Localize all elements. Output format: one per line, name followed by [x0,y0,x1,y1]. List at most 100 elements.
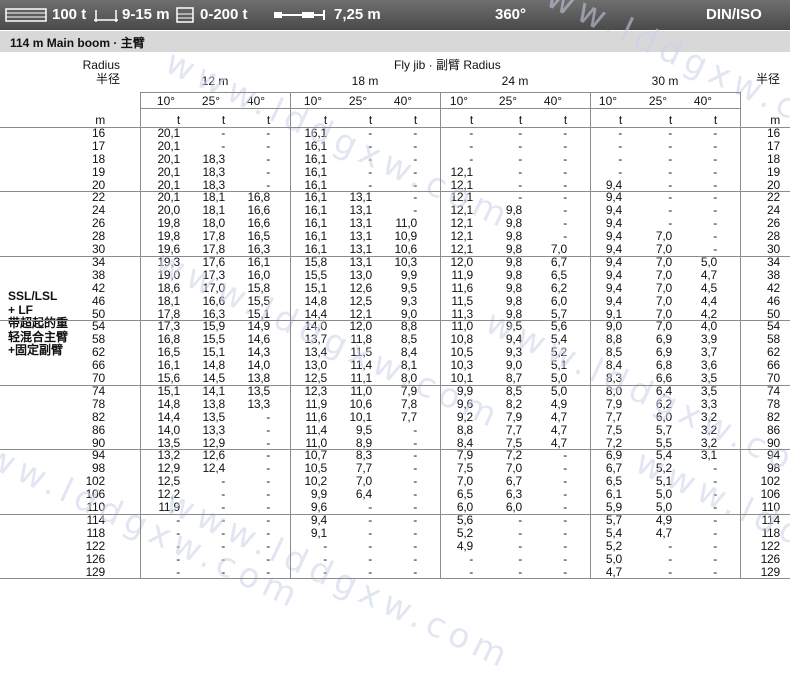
unit-cell: t [469,113,473,127]
load-cell: 15,5 [247,293,270,308]
load-cell: - [563,448,567,463]
load-cell: 7,7 [505,422,522,437]
radius-cell: 78 [92,396,105,411]
unit-cell: t [413,113,417,127]
load-cell: 9,4 [605,267,622,282]
load-cell: - [618,138,622,153]
unit-cell: t [713,113,717,127]
load-cell: 5,2 [456,525,473,540]
load-cell: - [618,125,622,140]
load-cell: 9,8 [505,242,522,256]
rule-line [0,384,790,386]
load-cell: - [413,474,417,489]
table-row: 18 20,1 18,3 - 16,1 - - - - - - - - 18 [0,151,790,166]
load-cell: - [266,538,270,553]
unit-cell: t [176,113,180,127]
load-cell: 13,1 [349,242,372,256]
load-cell: 5,0 [550,383,567,398]
load-cell: 9,8 [505,254,522,269]
load-cell: - [563,474,567,489]
load-cell: 7,0 [655,280,672,295]
load-cell: - [323,551,327,566]
radius-cell: 17 [767,138,780,153]
load-cell: 5,0 [700,254,717,269]
load-cell: - [713,229,717,244]
radius-cell: 114 [86,512,105,527]
table-row: 19 20,1 18,3 - 16,1 - - 12,1 - - - - - 19 [0,164,790,179]
column-line [740,92,741,579]
load-cell: - [668,564,672,579]
load-cell: 4,7 [550,435,567,450]
load-cell: - [713,242,717,256]
radius-cell: 16 [92,125,105,140]
radius-cell: 78 [767,396,780,411]
load-cell: 3,3 [700,396,717,411]
radius-cell: 118 [86,525,105,540]
load-cell: - [563,164,567,179]
load-cell: - [368,551,372,566]
load-cell: - [469,138,473,153]
load-cell: 5,4 [605,525,622,540]
table-row: 34 19,3 17,6 16,1 15,8 13,1 10,3 12,0 9,8 6,7 9,4 7… [0,254,790,269]
load-cell: - [266,461,270,476]
load-cell: - [176,551,180,566]
load-cell: 14,8 [157,396,180,411]
load-cell: - [266,448,270,463]
table-row: 122 - - - - - - 4,9 - - 5,2 - - 122 [0,538,790,553]
load-cell: 17,0 [202,280,225,295]
load-cell: 16,1 [304,138,327,153]
load-cell: 16,3 [247,242,270,256]
load-cell: 7,0 [655,242,672,256]
load-cell: - [668,138,672,153]
load-cell: - [713,551,717,566]
table-row: 129 - - - - - - - - - 4,7 - - 129 [0,564,790,579]
radius-cell: 110 [86,500,105,514]
load-cell: 19,6 [157,242,180,256]
table-row: 82 14,4 13,5 - 11,6 10,1 7,7 9,2 7,9 4,7 7,7 6,0 3,2… [0,409,790,424]
radius-cell: 114 [761,512,780,527]
load-cell: - [563,525,567,540]
radius-cell: 122 [760,538,781,553]
load-cell: 9,1 [310,525,327,540]
load-cell: - [563,564,567,579]
load-cell: 8,0 [605,383,622,398]
radius-cell: 46 [767,293,780,308]
load-cell: 11,9 [451,267,473,282]
load-cell: - [266,138,270,153]
load-cell: - [618,151,622,166]
load-cell: - [668,538,672,553]
load-cell: 9,4 [605,242,622,256]
radius-cell: 34 [767,254,780,269]
load-cell: 7,9 [505,409,522,424]
load-cell: - [518,125,522,140]
radius-cell: 16 [767,125,780,140]
load-cell: 12,6 [349,280,372,295]
radius-cell: 74 [92,383,105,398]
table-row: 42 18,6 17,0 15,8 15,1 12,6 9,5 11,6 9,8 6,2 9,4 7,… [0,280,790,295]
load-cell: - [668,203,672,218]
load-cell: - [563,190,567,205]
load-cell: - [713,500,717,514]
radius-cell: 70 [767,371,780,385]
load-cell: - [713,487,717,502]
radius-cell: 70 [92,371,105,385]
load-cell: - [413,177,417,192]
load-cell: - [563,487,567,502]
load-cell: 6,2 [550,280,567,295]
load-cell: 6,0 [456,500,473,514]
jib-length-header: 30 m [651,74,679,88]
angle-header: 25° [201,94,221,108]
width-arrow-icon [274,10,325,20]
load-cell: - [413,487,417,502]
load-cell: 20,1 [157,151,180,166]
load-cell: - [413,422,417,437]
load-cell: 7,9 [400,383,417,398]
table-row: 46 18,1 16,6 15,5 14,8 12,5 9,3 11,5 9,8 6,0 9,4 7,… [0,293,790,308]
unit-cell: t [518,113,522,127]
load-cell: 9,8 [505,280,522,295]
load-cell: - [368,538,372,553]
rule-line [0,320,790,322]
load-cell: - [469,151,473,166]
load-cell: - [176,525,180,540]
load-cell: 16,1 [304,151,327,166]
